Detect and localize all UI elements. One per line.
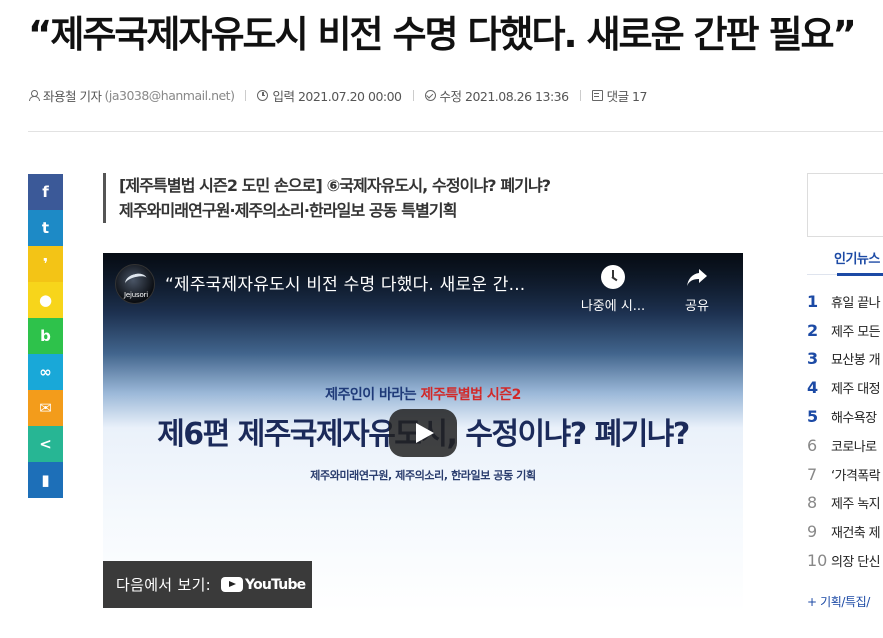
article-subtitle: [제주특별법 시즌2 도민 손으로] ⑥국제자유도시, 수정이냐? 폐기냐? 제… <box>103 173 551 223</box>
share-facebook-button[interactable]: f <box>28 174 63 210</box>
clock-icon <box>257 89 269 101</box>
kakaotalk-icon: ● <box>38 291 53 309</box>
more-features-link[interactable]: + 기획/특집/ <box>807 593 870 610</box>
person-icon <box>28 89 40 101</box>
rank-number: 2 <box>807 320 819 340</box>
share-email-button[interactable]: ✉ <box>28 390 63 426</box>
list-item[interactable]: 9 재건축 제 <box>807 517 883 546</box>
news-title[interactable]: 해수욕장 <box>831 407 877 426</box>
author-name: 좌용철 기자 <box>43 88 102 104</box>
slide-top-text: 제주인이 바라는 제주특별법 시즌2 <box>103 384 743 404</box>
rank-number: 7 <box>807 464 818 484</box>
slide-subtitle: 제주와미래연구원, 제주의소리, 한라일보 공동 기획 <box>310 469 536 482</box>
rank-number: 6 <box>807 435 818 455</box>
news-title[interactable]: 의장 단신 <box>831 551 881 570</box>
article-meta: 좌용철 기자 (ja3038@hanmail.net) 입력 2021.07.2… <box>28 86 647 104</box>
rank-number: 4 <box>807 378 819 398</box>
sidebar-ad[interactable] <box>807 173 883 237</box>
share-band-button[interactable]: b <box>28 318 63 354</box>
meta-divider <box>412 89 414 101</box>
news-title[interactable]: ‘가격폭락 <box>831 465 881 484</box>
bookmark-icon: ▮ <box>41 471 50 489</box>
share-kakaostory-button[interactable]: ❜ <box>28 246 63 282</box>
published-date: 입력 2021.07.20 00:00 <box>257 86 402 105</box>
header-divider <box>28 131 883 132</box>
slide-top-highlight: 제주특별법 시즌2 <box>420 387 522 403</box>
youtube-play-icon <box>221 577 244 592</box>
watch-on-youtube[interactable]: 다음에서 보기: YouTube <box>103 561 312 608</box>
list-item[interactable]: 1 휴일 끝나 <box>807 287 883 316</box>
tab-popular-label: 인기뉴스 <box>834 252 880 267</box>
video-share-label: 공유 <box>685 299 709 314</box>
news-title[interactable]: 휴일 끝나 <box>831 292 881 311</box>
share-bar: f t ❜ ● b ∞ ✉ < ▮ <box>28 174 63 498</box>
tab-active-indicator <box>837 273 883 276</box>
comment-count-text[interactable]: 댓글 17 <box>607 86 648 105</box>
list-item[interactable]: 2 제주 모든 <box>807 316 883 345</box>
list-item[interactable]: 6 코로나로 <box>807 431 883 460</box>
channel-logo[interactable]: Jejusori <box>115 264 155 304</box>
list-item[interactable]: 5 해수욕장 <box>807 402 883 431</box>
share-twitter-button[interactable]: t <box>28 210 63 246</box>
link-icon: ∞ <box>39 363 52 381</box>
list-item[interactable]: 4 제주 대정 <box>807 373 883 402</box>
share-link-button[interactable]: ∞ <box>28 354 63 390</box>
news-title[interactable]: 제주 대정 <box>831 378 881 397</box>
modified-text: 수정 2021.08.26 13:36 <box>439 88 570 104</box>
rank-number: 3 <box>807 349 819 369</box>
facebook-icon: f <box>42 183 49 201</box>
meta-divider <box>245 89 247 101</box>
youtube-logo: YouTube <box>221 576 306 593</box>
share-share-button[interactable]: < <box>28 426 63 462</box>
list-item[interactable]: 8 제주 녹지 <box>807 489 883 518</box>
news-title[interactable]: 코로나로 <box>831 436 877 455</box>
share-kakaotalk-button[interactable]: ● <box>28 282 63 318</box>
article-headline: “제주국제자유도시 비전 수명 다했다. 새로운 간판 필요” <box>28 13 857 56</box>
rank-number: 8 <box>807 493 818 513</box>
youtube-video-player[interactable]: Jejusori “제주국제자유도시 비전 수명 다했다. 새로운 간... 나… <box>103 253 743 613</box>
news-title[interactable]: 재건축 제 <box>831 522 881 541</box>
share-bookmark-button[interactable]: ▮ <box>28 462 63 498</box>
share-arrow-icon <box>685 265 709 289</box>
popular-news-list: 1 휴일 끝나 2 제주 모든 3 묘산봉 개 4 제주 대정 5 해수욕장 6 코로나로 7 ‘가격폭락… <box>807 287 883 575</box>
channel-name: Jejusori <box>124 291 148 299</box>
modified-date: 수정 2021.08.26 13:36 <box>424 86 570 105</box>
news-title[interactable]: 묘산봉 개 <box>831 349 881 368</box>
author-info: 좌용철 기자 (ja3038@hanmail.net) <box>28 86 235 105</box>
watch-later-button[interactable]: 나중에 시... <box>573 265 653 314</box>
list-item[interactable]: 10 의장 단신 <box>807 546 883 575</box>
watch-later-label: 나중에 시... <box>580 299 646 314</box>
subtitle-line-2: 제주와미래연구원·제주의소리·한라일보 공동 특별기획 <box>119 201 457 220</box>
rank-number: 9 <box>807 522 818 542</box>
rank-number: 10 <box>807 551 828 571</box>
comment-icon <box>591 89 603 101</box>
slide-top-prefix: 제주인이 바라는 <box>325 387 421 403</box>
rank-number: 5 <box>807 407 819 427</box>
news-title[interactable]: 제주 녹지 <box>831 493 881 512</box>
list-item[interactable]: 3 묘산봉 개 <box>807 345 883 374</box>
meta-divider <box>579 89 581 101</box>
clock-icon <box>601 265 625 289</box>
video-share-button[interactable]: 공유 <box>669 265 725 314</box>
news-title[interactable]: 제주 모든 <box>831 321 881 340</box>
rank-number: 1 <box>807 291 819 311</box>
comment-count[interactable]: 댓글 17 <box>591 86 648 105</box>
subtitle-line-1: [제주특별법 시즌2 도민 손으로] ⑥국제자유도시, 수정이냐? 폐기냐? <box>119 176 551 195</box>
kakaostory-icon: ❜ <box>42 255 49 273</box>
play-button[interactable] <box>389 409 457 457</box>
share-icon: < <box>39 435 52 453</box>
author-email[interactable]: (ja3038@hanmail.net) <box>104 88 234 103</box>
twitter-icon: t <box>41 219 50 237</box>
email-icon: ✉ <box>39 399 52 417</box>
video-title[interactable]: “제주국제자유도시 비전 수명 다했다. 새로운 간... <box>165 270 565 295</box>
band-icon: b <box>40 327 51 345</box>
watch-on-label: 다음에서 보기: <box>116 576 212 594</box>
check-circle-icon <box>424 89 436 101</box>
channel-logo-swoosh <box>123 271 149 291</box>
list-item[interactable]: 7 ‘가격폭락 <box>807 460 883 489</box>
youtube-wordmark: YouTube <box>245 576 306 593</box>
published-text: 입력 2021.07.20 00:00 <box>272 88 402 104</box>
